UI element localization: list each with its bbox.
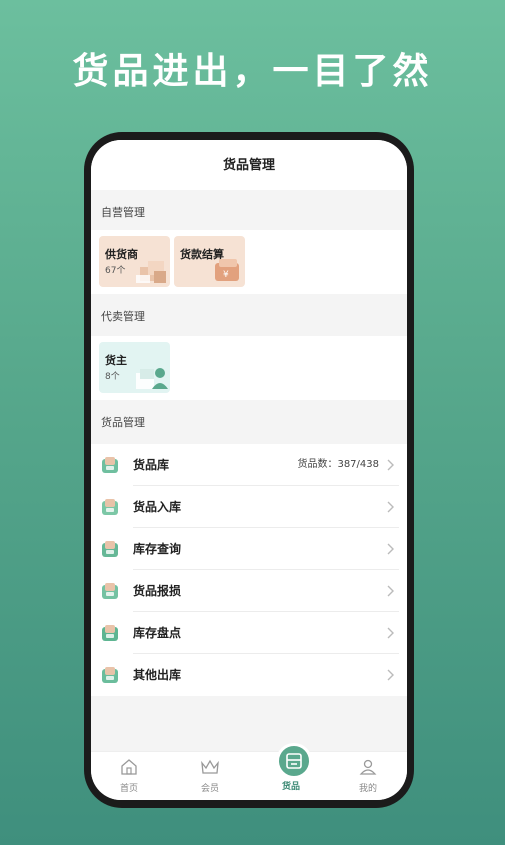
page-title: 货品管理 <box>91 140 407 190</box>
app-screen: 货品管理 自营管理 供货商 67个 货款结算 ¥ 代卖管理 货主 8个 货品管理… <box>91 140 407 800</box>
damage-report-icon <box>102 583 118 599</box>
tab-members[interactable]: 会员 <box>180 758 240 794</box>
wallet-icon: ¥ <box>215 259 239 281</box>
inbound-icon <box>102 499 118 515</box>
outbound-icon <box>102 667 118 683</box>
list-item-label: 其他出库 <box>133 668 182 682</box>
payment-settlement-card[interactable]: 货款结算 ¥ <box>174 236 245 287</box>
list-item[interactable]: 库存查询 <box>91 528 407 570</box>
warehouse-icon <box>102 457 118 473</box>
tab-goods-label: 货品 <box>281 782 300 792</box>
phone-frame: 货品管理 自营管理 供货商 67个 货款结算 ¥ 代卖管理 货主 8个 货品管理… <box>84 132 414 808</box>
chevron-right-icon <box>387 543 394 555</box>
profile-icon <box>359 759 377 775</box>
supplier-card-count: 67个 <box>105 266 126 276</box>
home-icon <box>121 759 137 775</box>
self-operated-cards: 供货商 67个 货款结算 ¥ <box>91 230 407 294</box>
owner-icon <box>136 368 168 389</box>
list-item-label: 库存盘点 <box>133 626 182 640</box>
section-title-consignment: 代卖管理 <box>91 294 407 336</box>
owner-card[interactable]: 货主 8个 <box>99 342 170 393</box>
tab-profile[interactable]: 我的 <box>338 758 398 794</box>
chevron-right-icon <box>387 501 394 513</box>
tab-home[interactable]: 首页 <box>99 758 159 794</box>
list-item[interactable]: 货品库 货品数：387/438 <box>91 444 407 486</box>
list-item[interactable]: 货品入库 <box>91 486 407 528</box>
svg-text:¥: ¥ <box>223 270 229 280</box>
bottom-tab-bar: 首页 会员 货品 我的 <box>91 743 407 800</box>
goods-count: 货品数：387/438 <box>297 459 379 470</box>
stocktake-icon <box>102 625 118 641</box>
promo-headline: 货品进出，一目了然 <box>72 51 433 92</box>
inventory-search-icon <box>102 541 118 557</box>
tab-profile-label: 我的 <box>358 784 377 794</box>
chevron-right-icon <box>387 669 394 681</box>
tab-members-label: 会员 <box>200 784 219 794</box>
boxes-icon <box>136 261 166 283</box>
goods-icon <box>286 753 302 769</box>
list-item-label: 货品库 <box>133 458 170 472</box>
goods-menu-list: 货品库 货品数：387/438 货品入库库存查询货品报损库存盘点其他出库 <box>91 444 407 696</box>
section-title-goods: 货品管理 <box>91 400 407 444</box>
supplier-card[interactable]: 供货商 67个 <box>99 236 170 287</box>
owner-card-title: 货主 <box>105 354 127 367</box>
list-item[interactable]: 其他出库 <box>91 654 407 696</box>
crown-icon <box>201 759 219 774</box>
list-item[interactable]: 货品报损 <box>91 570 407 612</box>
tab-goods[interactable]: 货品 <box>261 778 321 792</box>
chevron-right-icon <box>387 459 394 471</box>
list-item-label: 库存查询 <box>133 542 182 556</box>
owner-card-count: 8个 <box>105 372 120 382</box>
list-item-label: 货品报损 <box>133 584 182 598</box>
goods-tab-fab[interactable] <box>276 743 312 779</box>
tab-home-label: 首页 <box>119 784 138 794</box>
list-item-label: 货品入库 <box>133 500 182 514</box>
chevron-right-icon <box>387 585 394 597</box>
section-title-self-operated: 自营管理 <box>91 190 407 230</box>
consignment-cards: 货主 8个 <box>91 336 407 400</box>
list-item[interactable]: 库存盘点 <box>91 612 407 654</box>
chevron-right-icon <box>387 627 394 639</box>
